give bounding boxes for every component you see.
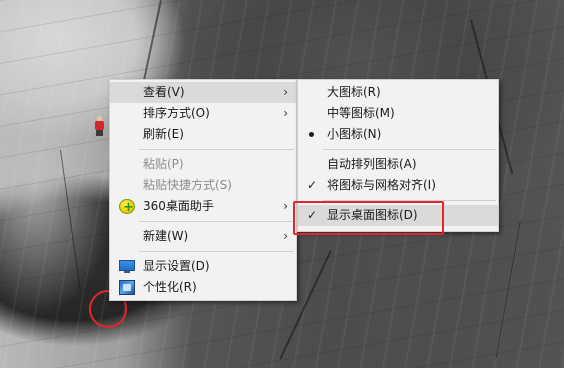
chevron-right-icon: › xyxy=(283,199,288,213)
personalize-icon xyxy=(119,280,135,295)
menu-item-new[interactable]: 新建(W) › xyxy=(110,226,296,247)
rock-crack xyxy=(495,220,521,359)
menu-item-label: 中等图标(M) xyxy=(327,106,395,120)
menu-item-personalize[interactable]: 个性化(R) xyxy=(110,277,296,298)
submenu-item-large-icons[interactable]: 大图标(R) xyxy=(298,82,498,103)
menu-separator xyxy=(139,251,294,252)
menu-item-label: 大图标(R) xyxy=(327,85,381,99)
menu-item-sort-by[interactable]: 排序方式(O) › xyxy=(110,103,296,124)
menu-separator xyxy=(323,149,496,150)
menu-item-label: 将图标与网格对齐(I) xyxy=(327,178,436,192)
rock-crack xyxy=(141,0,162,89)
annotation-highlight-box xyxy=(293,201,444,235)
display-settings-icon xyxy=(119,260,135,273)
menu-separator xyxy=(139,149,294,150)
menu-item-label: 查看(V) xyxy=(143,85,185,99)
menu-item-refresh[interactable]: 刷新(E) xyxy=(110,124,296,145)
chevron-right-icon: › xyxy=(283,85,288,99)
climber-figure xyxy=(95,116,104,136)
menu-item-label: 显示设置(D) xyxy=(143,259,210,273)
menu-item-label: 360桌面助手 xyxy=(143,199,214,213)
submenu-item-medium-icons[interactable]: 中等图标(M) xyxy=(298,103,498,124)
menu-separator xyxy=(139,221,294,222)
desktop-context-menu: 查看(V) › 排序方式(O) › 刷新(E) 粘贴(P) 粘贴快捷方式(S) … xyxy=(109,79,297,301)
menu-item-label: 刷新(E) xyxy=(143,127,184,141)
submenu-item-auto-arrange[interactable]: 自动排列图标(A) xyxy=(298,154,498,175)
chevron-right-icon: › xyxy=(283,229,288,243)
radio-bullet-icon xyxy=(309,132,314,137)
menu-item-360-desktop-assistant[interactable]: 360桌面助手 › xyxy=(110,196,296,218)
menu-item-label: 个性化(R) xyxy=(143,280,197,294)
menu-item-label: 自动排列图标(A) xyxy=(327,157,417,171)
360-icon xyxy=(119,197,135,218)
submenu-item-align-to-grid[interactable]: ✓ 将图标与网格对齐(I) xyxy=(298,175,498,196)
menu-item-view[interactable]: 查看(V) › xyxy=(110,82,296,103)
menu-item-label: 粘贴快捷方式(S) xyxy=(143,178,232,192)
menu-item-label: 小图标(N) xyxy=(327,127,382,141)
submenu-item-small-icons[interactable]: 小图标(N) xyxy=(298,124,498,145)
menu-item-label: 排序方式(O) xyxy=(143,106,210,120)
check-icon: ✓ xyxy=(307,178,318,192)
menu-item-display-settings[interactable]: 显示设置(D) xyxy=(110,256,296,277)
menu-item-paste-shortcut: 粘贴快捷方式(S) xyxy=(110,175,296,196)
menu-item-label: 新建(W) xyxy=(143,229,189,243)
menu-item-paste: 粘贴(P) xyxy=(110,154,296,175)
rock-crack xyxy=(60,149,81,289)
chevron-right-icon: › xyxy=(283,106,288,120)
menu-item-label: 粘贴(P) xyxy=(143,157,184,171)
